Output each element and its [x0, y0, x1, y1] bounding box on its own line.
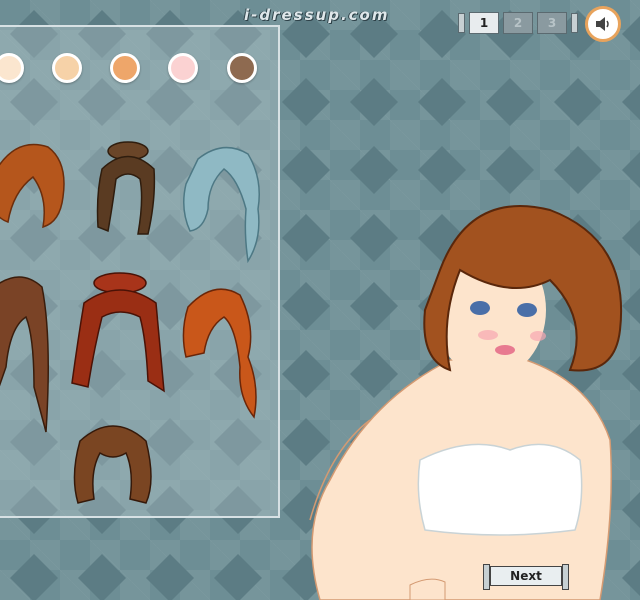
skin-tone-swatch-2[interactable]	[52, 53, 82, 83]
skin-tone-swatch-1[interactable]	[0, 53, 24, 83]
hairstyle-selection-panel	[0, 25, 280, 518]
hairstyle-long-brown-straight[interactable]	[0, 267, 60, 437]
hairstyle-auburn-bob[interactable]	[0, 137, 78, 237]
site-logo[interactable]: i-dressup.com	[244, 6, 389, 24]
skin-tone-swatch-5[interactable]	[227, 53, 257, 83]
speaker-icon	[596, 17, 609, 31]
hairstyle-blue-wavy[interactable]	[178, 139, 268, 267]
skin-tone-swatch-4[interactable]	[168, 53, 198, 83]
step-1-button[interactable]: 1	[469, 12, 499, 34]
step-2-button[interactable]: 2	[503, 12, 533, 34]
hairstyle-orange-wavy[interactable]	[178, 277, 262, 421]
next-button[interactable]: Next	[483, 564, 569, 590]
hairstyle-brown-updo[interactable]	[90, 139, 166, 243]
sound-toggle-button[interactable]	[585, 6, 621, 42]
hairstyle-red-long-pigtails[interactable]	[70, 269, 170, 395]
step-3-button[interactable]: 3	[537, 12, 567, 34]
dressup-model	[309, 205, 623, 600]
step-navigation: 1 2 3	[458, 12, 578, 34]
hairstyle-brown-bob-bangs[interactable]	[68, 411, 158, 511]
skin-tone-swatch-3[interactable]	[110, 53, 140, 83]
step-nav-cap-left	[458, 13, 465, 33]
step-nav-cap-right	[571, 13, 578, 33]
